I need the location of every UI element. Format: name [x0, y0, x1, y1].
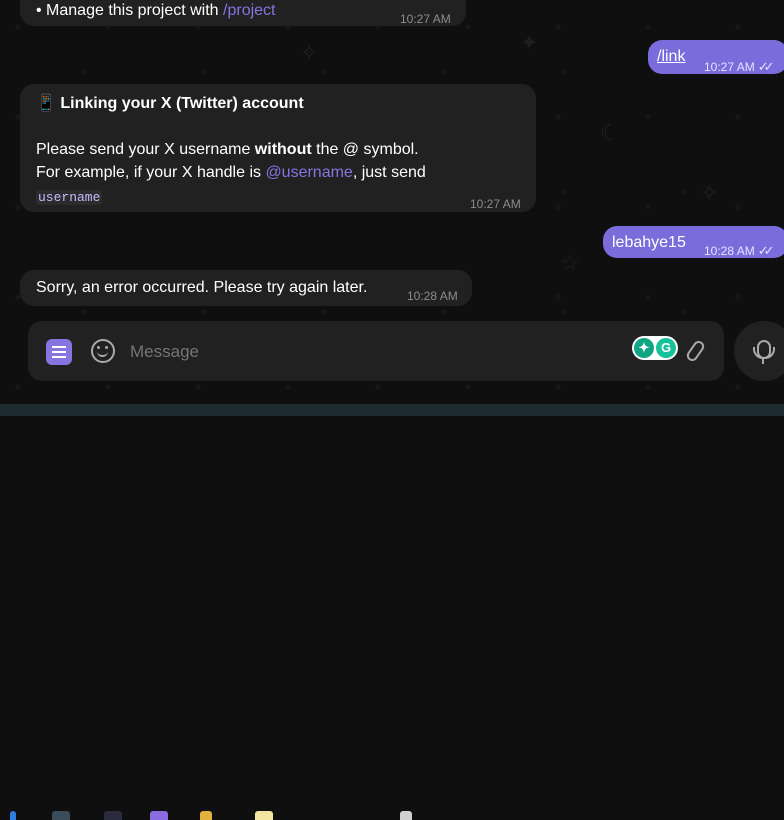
message-text: lebahye15: [612, 234, 686, 251]
emoji-button[interactable]: [91, 339, 115, 363]
message-line: For example, if your X handle is @userna…: [36, 164, 426, 181]
taskbar-app-icon[interactable]: [104, 811, 122, 820]
message-time: 10:27 AM ✓✓: [704, 59, 775, 74]
message-time: 10:27 AM: [470, 197, 521, 211]
command-link[interactable]: /link: [657, 45, 685, 68]
message-title: 📱 Linking your X (Twitter) account: [36, 95, 304, 112]
planet-doodle-icon: ☾: [600, 120, 620, 145]
message-text: • Manage this project with /project: [36, 2, 276, 19]
message-time: 10:28 AM ✓✓: [704, 243, 775, 258]
smiley-icon: [97, 346, 100, 349]
bot-menu-button[interactable]: [46, 339, 72, 365]
message-line: Please send your X username without the …: [36, 141, 419, 158]
message-incoming[interactable]: 📱 Linking your X (Twitter) account Pleas…: [20, 84, 536, 212]
message-time: 10:27 AM: [400, 12, 451, 26]
taskbar-app-icon[interactable]: [52, 811, 70, 820]
star-doodle-icon: ✦: [520, 30, 539, 55]
message-outgoing[interactable]: /link 10:27 AM ✓✓: [648, 40, 784, 74]
grammarly-assist-icon: ✦: [634, 338, 654, 358]
message-incoming[interactable]: • Manage this project with /project 10:2…: [20, 0, 466, 26]
message-composer: ✦ G: [28, 321, 724, 381]
attach-button[interactable]: [684, 338, 707, 364]
message-line: username: [36, 185, 103, 209]
os-taskbar: [0, 404, 784, 820]
phone-icon: 📱: [36, 95, 56, 112]
command-link[interactable]: /project: [223, 2, 275, 19]
taskbar-app-icon[interactable]: [200, 811, 212, 820]
read-ticks-icon: ✓✓: [757, 59, 775, 74]
start-icon[interactable]: [10, 811, 16, 820]
menu-icon: [52, 346, 66, 358]
star-doodle-icon: ✧: [700, 180, 719, 205]
mention-link[interactable]: @username: [265, 164, 352, 181]
read-ticks-icon: ✓✓: [757, 243, 775, 258]
paperclip-icon: [684, 338, 707, 364]
star-doodle-icon: ☆: [560, 250, 580, 275]
grammarly-g-icon: G: [656, 338, 676, 358]
message-text: Sorry, an error occurred. Please try aga…: [36, 279, 368, 296]
message-outgoing[interactable]: lebahye15 10:28 AM ✓✓: [603, 226, 784, 258]
taskbar-app-icon[interactable]: [150, 811, 168, 820]
message-input[interactable]: [128, 339, 612, 365]
star-doodle-icon: ✧: [300, 40, 319, 65]
taskbar-app-icon[interactable]: [400, 811, 412, 820]
inline-code[interactable]: username: [36, 190, 103, 205]
taskbar-app-icon[interactable]: [255, 811, 273, 820]
message-incoming[interactable]: Sorry, an error occurred. Please try aga…: [20, 270, 472, 306]
message-time: 10:28 AM: [407, 289, 458, 303]
grammarly-extension-button[interactable]: ✦ G: [632, 336, 678, 360]
